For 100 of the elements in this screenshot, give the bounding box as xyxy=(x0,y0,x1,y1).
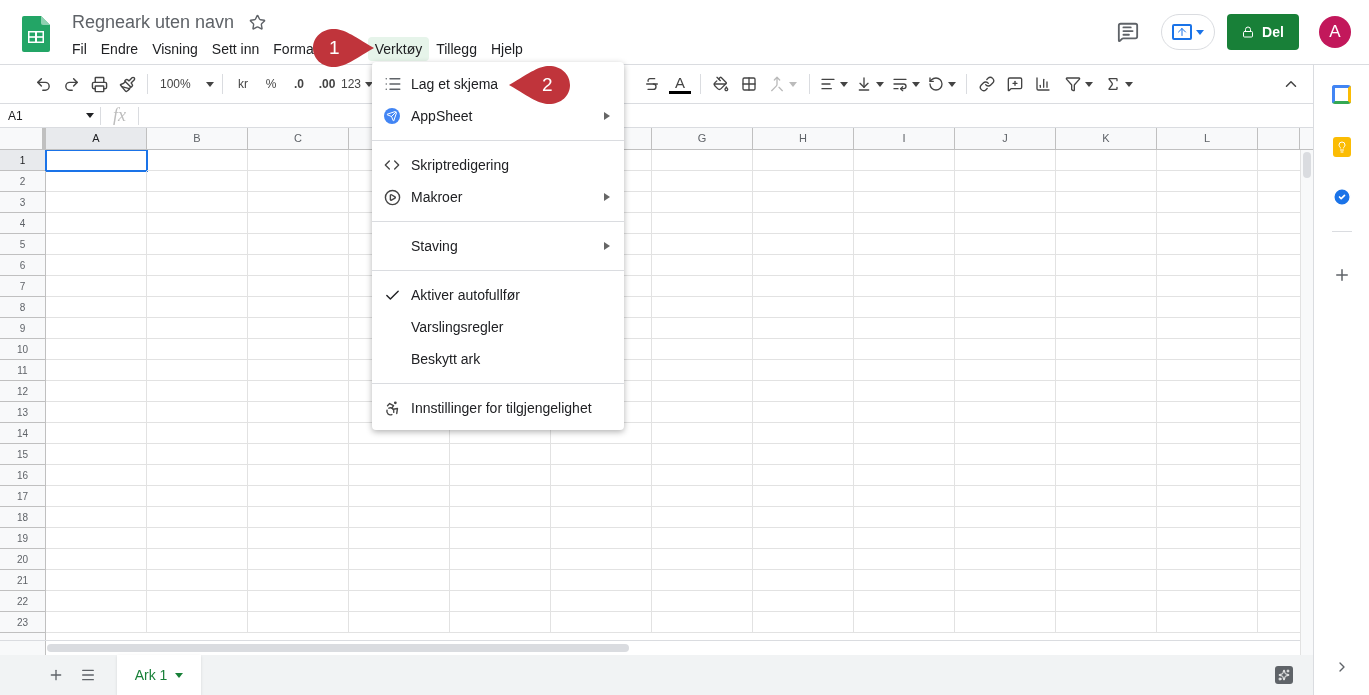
grid-cell[interactable] xyxy=(1157,171,1258,192)
menu-item[interactable]: Verktøy xyxy=(367,37,430,61)
grid-cell[interactable] xyxy=(1157,570,1258,591)
menu-item[interactable]: Sett inn xyxy=(204,37,267,61)
grid-cell[interactable] xyxy=(1157,339,1258,360)
grid-cell[interactable] xyxy=(753,192,854,213)
grid-cell[interactable] xyxy=(854,549,955,570)
grid-cell[interactable] xyxy=(854,612,955,633)
grid-cell[interactable] xyxy=(1056,360,1157,381)
grid-cell[interactable] xyxy=(147,591,248,612)
grid-cell[interactable] xyxy=(1056,381,1157,402)
column-header[interactable]: I xyxy=(854,128,955,149)
grid-cell[interactable] xyxy=(349,549,450,570)
row-header[interactable]: 20 xyxy=(0,549,46,570)
grid-cell[interactable] xyxy=(147,276,248,297)
grid-cell[interactable] xyxy=(1056,507,1157,528)
avatar[interactable]: A xyxy=(1319,16,1351,48)
spreadsheet-logo[interactable] xyxy=(22,16,50,52)
number-format-dropdown[interactable]: 123 xyxy=(341,70,373,98)
grid-cell[interactable] xyxy=(1157,192,1258,213)
grid-cell[interactable] xyxy=(1157,486,1258,507)
row-header[interactable]: 14 xyxy=(0,423,46,444)
grid-cell[interactable] xyxy=(147,255,248,276)
grid-cell[interactable] xyxy=(349,612,450,633)
grid-cell[interactable] xyxy=(248,192,349,213)
grid-cell[interactable] xyxy=(854,528,955,549)
grid-cell[interactable] xyxy=(1056,528,1157,549)
grid-cell[interactable] xyxy=(753,213,854,234)
grid-cell[interactable] xyxy=(955,486,1056,507)
grid-cell[interactable] xyxy=(955,570,1056,591)
grid-cell[interactable] xyxy=(1056,444,1157,465)
grid-cell[interactable] xyxy=(46,213,147,234)
menu-item[interactable]: Forma xyxy=(266,37,321,61)
grid-cell[interactable] xyxy=(955,318,1056,339)
grid-cell[interactable] xyxy=(955,591,1056,612)
grid-cell[interactable] xyxy=(450,612,551,633)
row-header[interactable]: 7 xyxy=(0,276,46,297)
grid-cell[interactable] xyxy=(147,150,248,171)
currency-button[interactable]: kr xyxy=(229,70,257,98)
grid-cell[interactable] xyxy=(652,234,753,255)
grid-cell[interactable] xyxy=(1157,381,1258,402)
grid-cell[interactable] xyxy=(46,570,147,591)
grid-cell[interactable] xyxy=(147,423,248,444)
grid-cell[interactable] xyxy=(652,255,753,276)
name-box[interactable]: A1 xyxy=(0,106,100,125)
row-header[interactable]: 17 xyxy=(0,486,46,507)
vertical-scrollbar[interactable] xyxy=(1303,152,1311,178)
row-header[interactable]: 12 xyxy=(0,381,46,402)
grid-cell[interactable] xyxy=(248,339,349,360)
grid-cell[interactable] xyxy=(854,360,955,381)
grid-cell[interactable] xyxy=(349,591,450,612)
grid-cell[interactable] xyxy=(1157,612,1258,633)
row-header[interactable]: 21 xyxy=(0,570,46,591)
grid-cell[interactable] xyxy=(854,150,955,171)
grid-cell[interactable] xyxy=(551,465,652,486)
grid-cell[interactable] xyxy=(1157,465,1258,486)
grid-cell[interactable] xyxy=(652,402,753,423)
grid-cell[interactable] xyxy=(652,339,753,360)
column-header[interactable]: G xyxy=(652,128,753,149)
grid-cell[interactable] xyxy=(652,549,753,570)
grid-cell[interactable] xyxy=(450,528,551,549)
grid-cell[interactable] xyxy=(955,423,1056,444)
grid-cell[interactable] xyxy=(450,591,551,612)
grid-cell[interactable] xyxy=(248,444,349,465)
grid-cell[interactable] xyxy=(1056,192,1157,213)
column-header[interactable]: A xyxy=(46,128,147,149)
grid-cell[interactable] xyxy=(1056,612,1157,633)
grid-cell[interactable] xyxy=(248,486,349,507)
menu-option[interactable]: Skriptredigering xyxy=(411,154,510,176)
grid-cell[interactable] xyxy=(147,570,248,591)
grid-cell[interactable] xyxy=(955,444,1056,465)
grid-cell[interactable] xyxy=(1056,255,1157,276)
grid-cell[interactable] xyxy=(753,507,854,528)
menu-item[interactable]: Visning xyxy=(145,37,205,61)
grid-cell[interactable] xyxy=(854,318,955,339)
grid-cell[interactable] xyxy=(1157,549,1258,570)
grid-cell[interactable] xyxy=(854,339,955,360)
grid-cell[interactable] xyxy=(147,297,248,318)
grid-cell[interactable] xyxy=(652,444,753,465)
grid-cell[interactable] xyxy=(1056,234,1157,255)
grid-cell[interactable] xyxy=(1056,339,1157,360)
grid-cell[interactable] xyxy=(248,591,349,612)
grid-cell[interactable] xyxy=(753,255,854,276)
calendar-icon[interactable] xyxy=(1332,85,1351,104)
grid-cell[interactable] xyxy=(753,171,854,192)
grid-cell[interactable] xyxy=(652,171,753,192)
row-header[interactable]: 9 xyxy=(0,318,46,339)
grid-cell[interactable] xyxy=(349,570,450,591)
grid-cell[interactable] xyxy=(955,360,1056,381)
share-button[interactable]: Del xyxy=(1227,14,1299,50)
grid-cell[interactable] xyxy=(248,570,349,591)
comments-icon[interactable] xyxy=(1117,21,1139,43)
column-header[interactable]: B xyxy=(147,128,248,149)
menu-option[interactable]: Makroer xyxy=(411,186,463,208)
grid-cell[interactable] xyxy=(955,549,1056,570)
grid-cell[interactable] xyxy=(1056,591,1157,612)
grid-cell[interactable] xyxy=(652,297,753,318)
grid-cell[interactable] xyxy=(1056,402,1157,423)
grid-cell[interactable] xyxy=(955,171,1056,192)
grid-cell[interactable] xyxy=(46,486,147,507)
